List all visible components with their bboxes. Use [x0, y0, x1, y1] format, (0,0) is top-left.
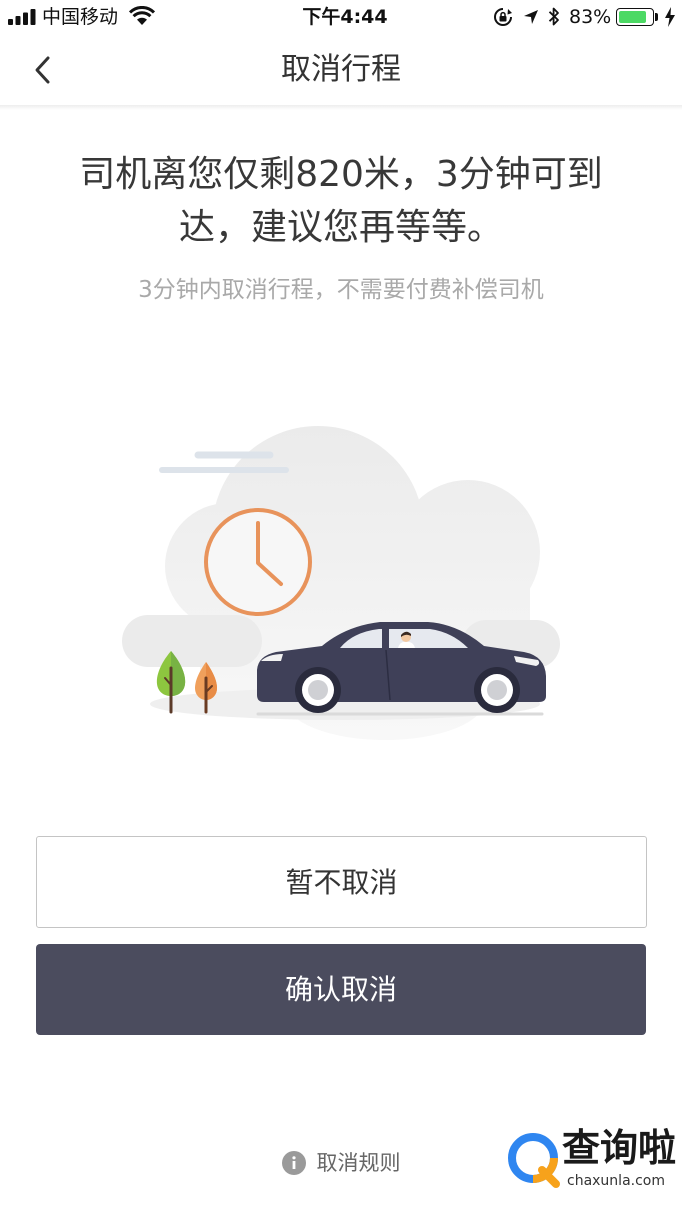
watermark-domain: chaxunla.com — [567, 1173, 665, 1189]
battery-cap — [655, 13, 658, 21]
signal-icon — [8, 9, 36, 25]
carrier-name: 中国移动 — [42, 6, 119, 28]
headline-line-2: 达，建议您再等等。 — [178, 207, 503, 248]
clock-icon — [204, 508, 312, 616]
nav-bar: 取消行程 — [0, 36, 682, 106]
charging-bolt-icon — [665, 7, 675, 27]
rotation-lock-icon — [494, 8, 512, 26]
watermark-brand: 查询啦 — [562, 1126, 677, 1170]
battery-icon — [616, 8, 654, 26]
page-title: 取消行程 — [281, 52, 401, 87]
battery-percent: 83% — [569, 6, 612, 28]
cancel-rules-link[interactable]: 取消规则 — [281, 1148, 401, 1178]
wifi-icon — [128, 6, 156, 25]
cancel-rules-label[interactable]: 取消规则 — [317, 1148, 401, 1178]
bluetooth-icon — [548, 7, 559, 26]
watermark-logo-icon — [508, 1133, 560, 1188]
battery-level-fill — [619, 11, 646, 23]
status-bar: 中国移动 下午4:44 83% — [0, 0, 682, 36]
headline-line-1: 司机离您仅剩820米，3分钟可到 — [79, 154, 603, 195]
waiting-illustration — [122, 426, 560, 740]
confirm-cancel-button[interactable]: 确认取消 — [36, 944, 646, 1035]
nav-divider — [0, 105, 682, 110]
info-icon[interactable] — [281, 1151, 306, 1175]
free-cancel-notice: 3分钟内取消行程，不需要付费补偿司机 — [138, 277, 544, 303]
location-arrow-icon — [524, 10, 538, 24]
car-wheel — [474, 667, 520, 713]
car-wheel — [295, 667, 341, 713]
wait-suggestion-headline: 司机离您仅剩820米，3分钟可到 达，建议您再等等。 — [0, 148, 682, 254]
watermark: 查询啦 chaxunla.com — [505, 1125, 677, 1197]
clock-time: 下午4:44 — [302, 6, 388, 28]
keep-trip-button[interactable]: 暂不取消 — [36, 836, 647, 928]
